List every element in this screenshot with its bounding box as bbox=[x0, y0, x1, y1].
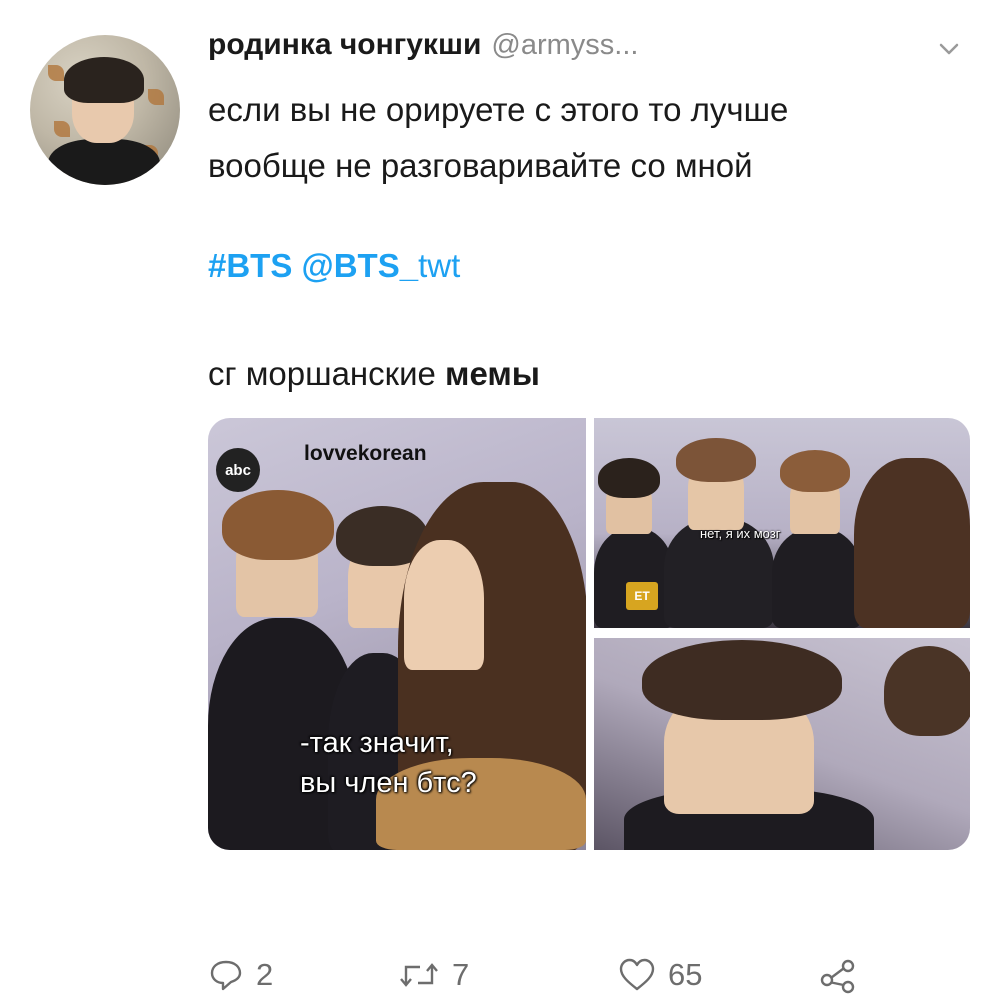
subtitle-line: вы член бтс? bbox=[300, 767, 477, 799]
heart-icon bbox=[619, 958, 655, 991]
avatar-shirt bbox=[48, 139, 160, 185]
avatar-decoration bbox=[54, 121, 70, 137]
caption-text: сг моршанские bbox=[208, 355, 446, 392]
person-face bbox=[404, 540, 484, 670]
person-hair bbox=[222, 490, 334, 560]
reply-button[interactable]: 2 bbox=[208, 957, 398, 993]
person-hair bbox=[598, 458, 660, 498]
mention-tail: twt bbox=[418, 247, 461, 284]
subtitle-text: -так значит, вы член бтс? bbox=[300, 723, 477, 803]
share-icon bbox=[820, 959, 855, 994]
person-hair bbox=[854, 458, 970, 628]
subtitle-line: -так значит, bbox=[300, 727, 454, 759]
mention-link[interactable]: @BTS_twt bbox=[302, 247, 461, 284]
tweet-actions: 2 7 65 bbox=[208, 950, 888, 1000]
tweet-text-line: если вы не орируете с этого то лучше bbox=[208, 91, 789, 128]
tweet-text: если вы не орируете с этого то лучше воо… bbox=[208, 82, 968, 194]
avatar-decoration bbox=[148, 89, 164, 105]
et-badge: ET bbox=[626, 582, 658, 610]
person-hair bbox=[642, 640, 842, 720]
user-handle[interactable]: @armyss... bbox=[491, 29, 638, 62]
subtitle-small-text: нет, я их мозг bbox=[700, 526, 781, 541]
like-count: 65 bbox=[668, 957, 703, 992]
media-image-left[interactable]: abc lovvekorean -так значит, вы член бтс… bbox=[208, 418, 586, 850]
retweet-button[interactable]: 7 bbox=[398, 957, 618, 993]
person-hair bbox=[780, 450, 850, 492]
tweet-text-line: вообще не разговаривайте со мной bbox=[208, 147, 753, 184]
tweet-tags: #BTS @BTS_twt bbox=[208, 247, 460, 285]
like-button[interactable]: 65 bbox=[618, 957, 818, 993]
tweet-caption: сг моршанские мемы bbox=[208, 355, 540, 393]
person-hair bbox=[676, 438, 756, 482]
reply-count: 2 bbox=[256, 957, 274, 992]
media-image-bottom-right[interactable] bbox=[594, 638, 970, 850]
avatar[interactable] bbox=[30, 35, 180, 185]
avatar-hair bbox=[64, 57, 144, 103]
reply-icon bbox=[210, 960, 242, 991]
tweet-author[interactable]: родинка чонгукши @armyss... bbox=[208, 28, 638, 68]
caption-bold-text: мемы bbox=[445, 355, 540, 392]
retweet-icon bbox=[400, 963, 438, 987]
abc-logo: abc bbox=[216, 448, 260, 492]
person-shape bbox=[594, 528, 674, 628]
chevron-down-icon[interactable] bbox=[938, 38, 960, 60]
share-button[interactable] bbox=[818, 956, 858, 994]
mention-text: @BTS_ bbox=[301, 247, 419, 284]
retweet-count: 7 bbox=[452, 957, 470, 992]
person-shape bbox=[772, 528, 862, 628]
avatar-decoration bbox=[48, 65, 64, 81]
media-image-top-right[interactable]: нет, я их мозг ET bbox=[594, 418, 970, 628]
hashtag-link[interactable]: #BTS bbox=[208, 247, 292, 284]
watermark: lovvekorean bbox=[304, 442, 427, 465]
tweet-media[interactable]: abc lovvekorean -так значит, вы член бтс… bbox=[208, 418, 970, 850]
person-hair bbox=[884, 646, 970, 736]
display-name[interactable]: родинка чонгукши bbox=[208, 28, 481, 62]
